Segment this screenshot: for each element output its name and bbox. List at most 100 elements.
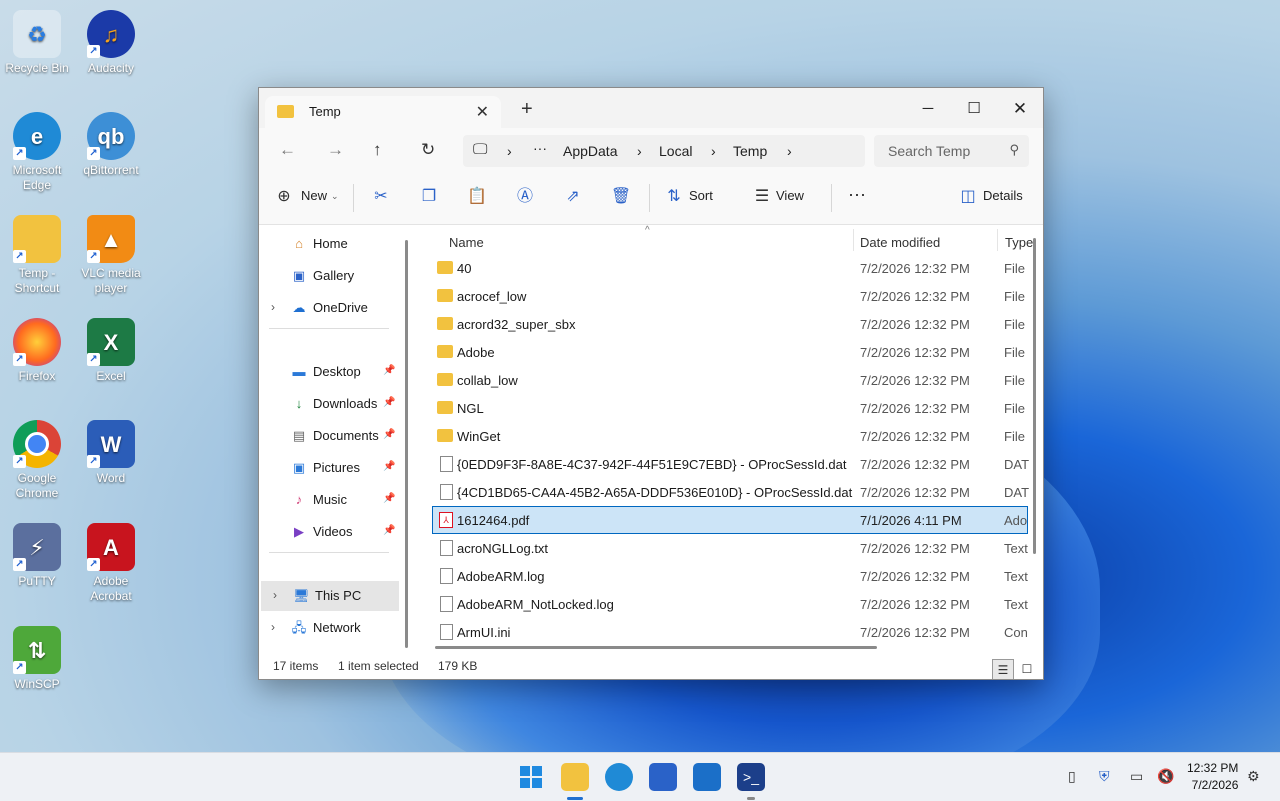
more-icon[interactable]: ··· — [533, 140, 547, 156]
file-row[interactable]: {0EDD9F3F-8A8E-4C37-942F-44F51E9C7EBD} -… — [433, 451, 1029, 477]
close-button[interactable]: ✕ — [997, 94, 1043, 124]
copy-icon[interactable]: ❐ — [418, 186, 440, 208]
file-explorer-icon[interactable] — [561, 763, 589, 791]
breadcrumb-temp[interactable]: Temp — [733, 143, 767, 159]
rename-icon[interactable]: Ⓐ — [514, 186, 536, 208]
file-row[interactable]: NGL 7/2/2026 12:32 PM File — [433, 395, 1027, 421]
desktop-icon-qbittorrent[interactable]: qb ↗ qBittorrent — [74, 112, 148, 178]
nav-music[interactable]: ♪ Music 📌 — [259, 485, 397, 515]
nav-desktop[interactable]: ▬ Desktop 📌 — [259, 357, 397, 387]
nav-home[interactable]: ⌂ Home — [259, 229, 397, 259]
firefox-icon: ↗ — [13, 318, 61, 366]
file-row-selected[interactable]: ⅄ 1612464.pdf 7/1/2026 4:11 PM Ado — [432, 506, 1028, 534]
desktop-icon-edge[interactable]: e ↗ Microsoft Edge — [0, 112, 74, 193]
gallery-icon: ▣ — [292, 268, 306, 283]
file-row[interactable]: WinGet 7/2/2026 12:32 PM File — [433, 423, 1027, 449]
monitor-icon: 🖵 — [473, 141, 488, 158]
nav-pictures[interactable]: ▣ Pictures 📌 — [259, 453, 397, 483]
file-row[interactable]: {4CD1BD65-CA4A-45B2-A65A-DDDF536E010D} -… — [433, 479, 1029, 505]
tab-close-icon[interactable]: ✕ — [476, 102, 489, 122]
command-bar: ⊕ New ⌄ ✂ ❐ 📋 Ⓐ ⇗ 🗑 ⇅ Sort ☰ View ··· ◫ … — [259, 174, 1043, 225]
file-row[interactable]: acrocef_low 7/2/2026 12:32 PM File — [433, 283, 1027, 309]
folder-icon — [437, 317, 453, 330]
minimize-button[interactable]: ─ — [905, 94, 951, 124]
new-tab-button[interactable]: + — [521, 98, 533, 121]
nav-documents[interactable]: ▤ Documents 📌 — [259, 421, 397, 451]
outlook-icon[interactable] — [693, 763, 721, 791]
desktop-icon-recycle-bin[interactable]: ♻ Recycle Bin — [0, 10, 74, 76]
qbittorrent-icon: qb ↗ — [87, 112, 135, 160]
breadcrumb[interactable]: 🖵 › ··· AppData › Local › Temp › — [463, 135, 865, 167]
chrome-icon: ↗ — [13, 420, 61, 468]
file-row[interactable]: Adobe 7/2/2026 12:32 PM File — [433, 339, 1027, 365]
desktop-icon-chrome[interactable]: ↗ Google Chrome — [0, 420, 74, 501]
start-icon[interactable] — [517, 763, 545, 791]
chevron-right-icon[interactable]: › — [271, 300, 275, 314]
cut-icon[interactable]: ✂ — [370, 186, 392, 208]
chevron-right-icon: › — [711, 143, 716, 159]
paste-icon[interactable]: 📋 — [466, 186, 488, 208]
desktop-icon-firefox[interactable]: ↗ Firefox — [0, 318, 74, 384]
details-button[interactable]: Details — [983, 188, 1023, 203]
file-row[interactable]: 40 7/2/2026 12:32 PM File — [433, 255, 1027, 281]
breadcrumb-local[interactable]: Local — [659, 143, 692, 159]
file-row[interactable]: AdobeARM.log 7/2/2026 12:32 PM Text — [433, 563, 1028, 589]
desktop-icon-vlc[interactable]: ▲ ↗ VLC media player — [74, 215, 148, 296]
nav-network[interactable]: › 🖧 Network — [259, 613, 397, 643]
column-divider[interactable] — [997, 229, 998, 251]
volume-muted-icon[interactable]: 🔇 — [1157, 768, 1174, 785]
desktop-icon-temp-shortcut[interactable]: ↗ Temp - Shortcut — [0, 215, 74, 296]
share-icon[interactable]: ⇗ — [562, 186, 584, 208]
divider — [831, 184, 832, 212]
desktop-icon-winscp[interactable]: ⇅ ↗ WinSCP — [0, 626, 74, 692]
details-icon: ◫ — [960, 188, 976, 205]
clock[interactable]: 12:32 PM 7/2/2026 — [1187, 760, 1238, 794]
desktop-icon-acrobat[interactable]: A ↗ Adobe Acrobat — [74, 523, 148, 604]
cloud-icon: ☁ — [292, 300, 306, 315]
security-icon[interactable]: ⛨ — [1099, 768, 1110, 785]
nav-downloads[interactable]: ↓ Downloads 📌 — [259, 389, 397, 419]
maximize-button[interactable]: ☐ — [951, 94, 997, 124]
desktop-icon-audacity[interactable]: ♫ ↗ Audacity — [74, 10, 148, 76]
file-list-horizontal-scrollbar[interactable] — [435, 646, 877, 649]
column-divider[interactable] — [853, 229, 854, 251]
delete-icon[interactable]: 🗑 — [610, 186, 632, 208]
edge-icon[interactable] — [605, 763, 633, 791]
back-button[interactable]: ← — [279, 140, 296, 160]
view-button[interactable]: View — [776, 188, 804, 203]
tab-temp[interactable]: Temp ✕ — [265, 96, 501, 128]
nav-gallery[interactable]: ▣ Gallery — [259, 261, 397, 291]
nav-videos[interactable]: ▶ Videos 📌 — [259, 517, 397, 547]
desktop-icon-word[interactable]: W ↗ Word — [74, 420, 148, 486]
file-row[interactable]: acrord32_super_sbx 7/2/2026 12:32 PM File — [433, 311, 1027, 337]
tiles-view-button[interactable]: ☐ — [1017, 659, 1037, 679]
search-input[interactable]: Search Temp ⚲ — [874, 135, 1029, 167]
chevron-right-icon[interactable]: › — [273, 588, 277, 602]
forward-button[interactable]: → — [327, 140, 344, 160]
file-row[interactable]: AdobeARM_NotLocked.log 7/2/2026 12:32 PM T… — [433, 591, 1028, 617]
putty-icon: ⚡ ↗ — [13, 523, 61, 571]
breadcrumb-appdata[interactable]: AppData — [563, 143, 617, 159]
sort-button[interactable]: Sort — [689, 188, 713, 203]
notification-icon[interactable]: ⚙ — [1247, 768, 1260, 785]
file-icon — [440, 456, 453, 472]
file-list-vertical-scrollbar[interactable] — [1033, 238, 1036, 554]
details-view-button[interactable]: ☰ — [992, 659, 1014, 679]
file-row[interactable]: ArmUI.ini 7/2/2026 12:32 PM Con — [433, 619, 1028, 645]
nav-onedrive[interactable]: › ☁ OneDrive — [259, 293, 397, 323]
chevron-right-icon[interactable]: › — [271, 620, 275, 634]
new-button[interactable]: New — [301, 188, 327, 203]
desktop-icon-excel[interactable]: X ↗ Excel — [74, 318, 148, 384]
powershell-icon[interactable]: >_ — [737, 763, 765, 791]
network-status-icon[interactable]: ▭ — [1130, 768, 1143, 785]
store-icon[interactable] — [649, 763, 677, 791]
refresh-button[interactable]: ↻ — [421, 140, 435, 160]
file-row[interactable]: collab_low 7/2/2026 12:32 PM File — [433, 367, 1027, 393]
more-options-button[interactable]: ··· — [848, 184, 866, 205]
up-button[interactable]: ↑ — [373, 140, 382, 160]
nav-this-pc[interactable]: › 🖥 This PC — [261, 581, 399, 611]
nav-scrollbar[interactable] — [405, 240, 408, 648]
file-row[interactable]: acroNGLLog.txt 7/2/2026 12:32 PM Text — [433, 535, 1028, 561]
desktop-icon-putty[interactable]: ⚡ ↗ PuTTY — [0, 523, 74, 589]
usb-icon[interactable]: ▯ — [1068, 768, 1076, 785]
